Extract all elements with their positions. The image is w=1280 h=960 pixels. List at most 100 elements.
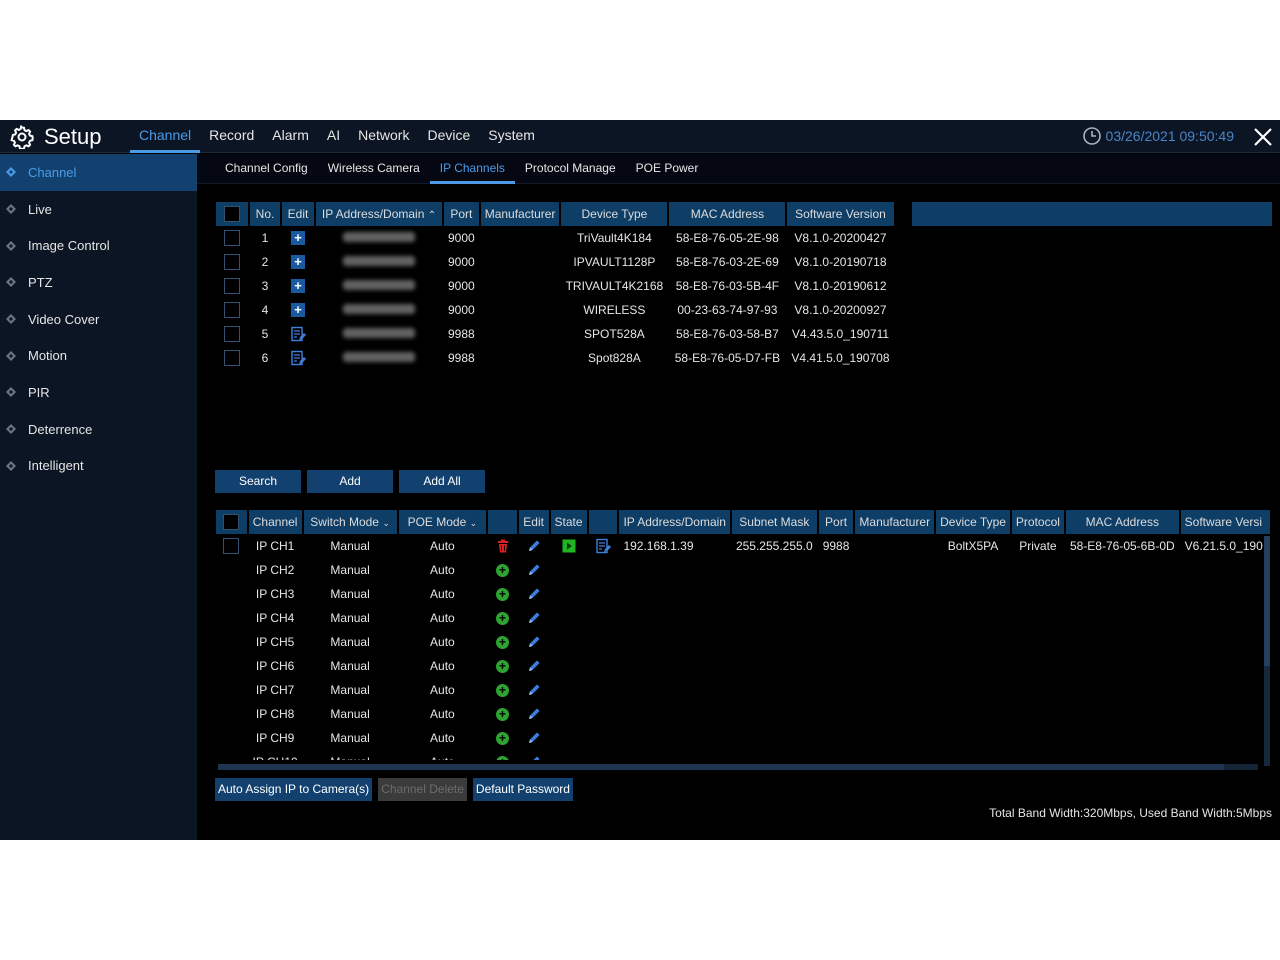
nav-record[interactable]: Record — [200, 120, 263, 153]
edit-config-icon[interactable] — [290, 350, 306, 366]
row-checkbox[interactable] — [224, 350, 240, 366]
add-circle-icon[interactable]: + — [496, 756, 509, 760]
pencil-icon[interactable] — [527, 683, 541, 697]
tab-channel-config[interactable]: Channel Config — [215, 154, 318, 183]
add-all-button[interactable]: Add All — [399, 470, 485, 493]
cell-state — [551, 630, 587, 654]
cell-no: 5 — [261, 327, 269, 341]
sidebar-item-channel[interactable]: Channel — [0, 154, 197, 191]
col-ip[interactable]: IP Address/Domain ⌃ — [316, 202, 442, 226]
sidebar-item-pir[interactable]: PIR — [0, 374, 197, 411]
horizontal-scrollbar-thumb[interactable] — [218, 764, 1224, 770]
nav-alarm[interactable]: Alarm — [263, 120, 318, 153]
add-device-icon[interactable]: + — [291, 279, 305, 293]
nav-system[interactable]: System — [479, 120, 544, 153]
select-all-checkbox[interactable] — [224, 206, 240, 222]
table-row[interactable]: 3 +9000 TRIVAULT4K2168 58-E8-76-03-5B-4F V8.… — [216, 274, 894, 298]
pencil-icon[interactable] — [527, 659, 541, 673]
col-switch-mode[interactable]: Switch Mode ⌄ — [303, 510, 397, 534]
sidebar-item-label: Image Control — [28, 238, 110, 254]
sidebar-item-intelligent[interactable]: Intelligent — [0, 448, 197, 485]
col-port: Port — [444, 202, 479, 226]
nav-device[interactable]: Device — [418, 120, 479, 153]
add-device-icon[interactable]: + — [291, 231, 305, 245]
horizontal-scrollbar[interactable] — [218, 764, 1258, 770]
vertical-scrollbar-thumb[interactable] — [1264, 536, 1270, 666]
add-circle-icon[interactable]: + — [496, 684, 509, 697]
row-checkbox[interactable] — [223, 538, 240, 554]
table-row[interactable]: IP CH8 Manual Auto + — [216, 702, 1270, 726]
pencil-icon[interactable] — [527, 755, 541, 760]
tab-ip-channels[interactable]: IP Channels — [429, 154, 516, 184]
cell-port — [819, 750, 854, 760]
add-circle-icon[interactable]: + — [496, 588, 509, 601]
config-icon[interactable] — [595, 538, 611, 554]
pencil-icon[interactable] — [527, 707, 541, 721]
table-row[interactable]: IP CH10ManualAuto + — [216, 750, 1270, 760]
pencil-icon[interactable] — [527, 587, 541, 601]
add-circle-icon[interactable]: + — [496, 708, 509, 721]
close-icon[interactable] — [1252, 126, 1274, 148]
cell-device-type — [936, 630, 1010, 654]
row-checkbox[interactable] — [224, 326, 240, 342]
table-row[interactable]: 5 9988 SPOT528A 58-E8-76-03-58-B7 V4.43.5.0_… — [216, 322, 894, 346]
row-checkbox[interactable] — [224, 254, 240, 270]
cell-subnet: 255.255.255.0 — [735, 539, 813, 553]
add-circle-icon[interactable]: + — [496, 564, 509, 577]
add-circle-icon[interactable]: + — [496, 732, 509, 745]
add-device-icon[interactable]: + — [291, 255, 305, 269]
sidebar-item-image-control[interactable]: Image Control — [0, 227, 197, 264]
row-checkbox[interactable] — [224, 230, 240, 246]
cell-manufacturer — [855, 606, 934, 630]
pencil-icon[interactable] — [527, 731, 541, 745]
nav-network[interactable]: Network — [349, 120, 418, 153]
pencil-icon[interactable] — [527, 539, 541, 553]
pencil-icon[interactable] — [527, 563, 541, 577]
default-password-button[interactable]: Default Password — [472, 778, 573, 801]
row-checkbox[interactable] — [224, 278, 240, 294]
add-circle-icon[interactable]: + — [496, 612, 509, 625]
add-device-icon[interactable]: + — [291, 303, 305, 317]
table-row[interactable]: 6 9988 Spot828A 58-E8-76-05-D7-FB V4.41.5.0_… — [216, 346, 894, 370]
table-row[interactable]: IP CH1 Manual Auto 192.168.1.39 255.255.255.… — [216, 534, 1270, 558]
table-row[interactable]: 2 +9000 IPVAULT1128P 58-E8-76-03-2E-69 V8.1.… — [216, 250, 894, 274]
sidebar-item-live[interactable]: Live — [0, 191, 197, 228]
nav-ai[interactable]: AI — [318, 120, 349, 153]
col-poe-mode[interactable]: POE Mode ⌄ — [398, 510, 487, 534]
table-row[interactable]: IP CH9 Manual Auto + — [216, 726, 1270, 750]
table-row[interactable]: IP CH4 Manual Auto + — [216, 606, 1270, 630]
tab-protocol-manage[interactable]: Protocol Manage — [515, 154, 626, 183]
row-checkbox[interactable] — [224, 302, 240, 318]
select-all-channels-checkbox[interactable] — [223, 514, 240, 530]
table-row[interactable]: 1 +9000 TriVault4K184 58-E8-76-05-2E-98 V8.1… — [216, 226, 894, 250]
table-row[interactable]: IP CH2 Manual Auto + — [216, 558, 1270, 582]
tab-wireless-camera[interactable]: Wireless Camera — [318, 154, 430, 183]
pencil-icon[interactable] — [527, 611, 541, 625]
add-circle-icon[interactable]: + — [496, 660, 509, 673]
cell-ip — [619, 558, 730, 582]
table-row[interactable]: 4 +9000 WIRELESS 00-23-63-74-97-93 V8.1.0-20… — [216, 298, 894, 322]
sidebar-item-motion[interactable]: Motion — [0, 337, 197, 374]
nav-channel[interactable]: Channel — [130, 120, 201, 153]
sidebar-item-ptz[interactable]: PTZ — [0, 264, 197, 301]
table-row[interactable]: IP CH6 Manual Auto + — [216, 654, 1270, 678]
add-button[interactable]: Add — [307, 470, 393, 493]
vertical-scrollbar[interactable] — [1264, 536, 1270, 766]
sidebar-item-video-cover[interactable]: Video Cover — [0, 301, 197, 338]
delete-icon[interactable] — [496, 539, 510, 553]
table-row[interactable]: IP CH5 Manual Auto + — [216, 630, 1270, 654]
cell-config — [589, 534, 618, 558]
pencil-icon[interactable] — [527, 635, 541, 649]
cell-protocol — [1012, 630, 1064, 654]
row-select-cell — [216, 678, 247, 702]
tab-poe-power[interactable]: POE Power — [626, 154, 709, 183]
add-circle-icon[interactable]: + — [496, 636, 509, 649]
auto-assign-ip-button[interactable]: Auto Assign IP to Camera(s) — [215, 778, 373, 801]
sidebar-item-deterrence[interactable]: Deterrence — [0, 411, 197, 448]
edit-config-icon[interactable] — [290, 326, 306, 342]
search-button[interactable]: Search — [215, 470, 301, 493]
table-row[interactable]: IP CH7 Manual Auto + — [216, 678, 1270, 702]
state-play-icon[interactable] — [562, 539, 576, 553]
table-row[interactable]: IP CH3 Manual Auto + — [216, 582, 1270, 606]
cell-device-type — [936, 750, 1010, 760]
